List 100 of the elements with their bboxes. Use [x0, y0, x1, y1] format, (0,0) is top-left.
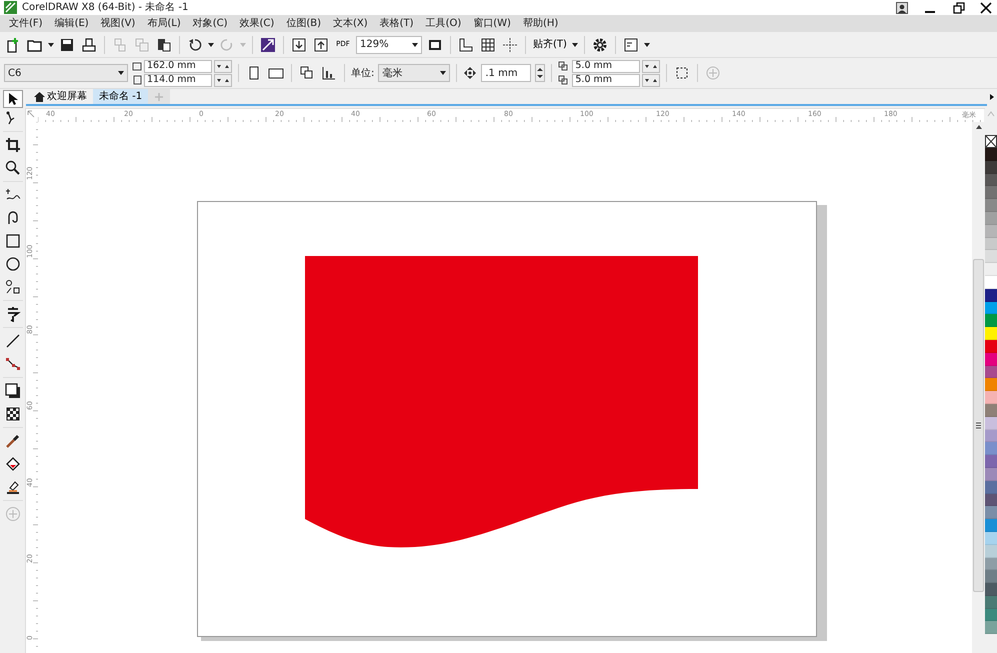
color-swatch[interactable]: [985, 404, 997, 417]
caret-icon[interactable]: [48, 42, 54, 46]
menu-item[interactable]: 帮助(H): [516, 16, 564, 31]
color-swatch[interactable]: [985, 352, 997, 366]
width-field[interactable]: 162.0 mm: [144, 60, 212, 72]
drop-shadow-icon[interactable]: [4, 383, 20, 399]
dropdown-icon[interactable]: [118, 71, 124, 75]
color-swatch[interactable]: [985, 366, 997, 378]
menu-item[interactable]: 文件(F): [3, 16, 49, 31]
preset-field[interactable]: C6: [4, 64, 128, 82]
spin-arrows-icon[interactable]: [214, 60, 232, 72]
menu-item[interactable]: 效果(C): [234, 16, 280, 31]
rectangle-icon[interactable]: [4, 233, 20, 249]
no-color-swatch[interactable]: [985, 135, 997, 148]
crop-icon[interactable]: [4, 137, 20, 153]
menu-item[interactable]: 编辑(E): [48, 16, 95, 31]
color-swatch[interactable]: [985, 544, 997, 558]
color-swatch[interactable]: [985, 314, 997, 328]
connector-icon[interactable]: [4, 356, 20, 372]
caret-icon[interactable]: [572, 42, 578, 46]
eyedropper-icon[interactable]: [4, 433, 20, 449]
pages-icon[interactable]: [299, 65, 315, 81]
new-document-icon[interactable]: [5, 36, 21, 52]
spin-arrows-icon[interactable]: [642, 60, 660, 72]
color-swatch[interactable]: [985, 148, 997, 161]
color-swatch[interactable]: [985, 608, 997, 622]
color-swatch[interactable]: [985, 160, 997, 174]
units-dropdown[interactable]: 毫米: [378, 64, 450, 82]
color-swatch[interactable]: [985, 558, 997, 570]
caret-icon[interactable]: [644, 42, 650, 46]
color-swatch[interactable]: [985, 416, 997, 430]
import-icon[interactable]: [291, 36, 307, 52]
color-swatch[interactable]: [985, 250, 997, 264]
color-swatch[interactable]: [985, 276, 997, 289]
export-icon[interactable]: [313, 36, 329, 52]
color-swatch[interactable]: [985, 174, 997, 186]
outline-pen-icon[interactable]: [4, 479, 20, 495]
color-swatch[interactable]: [985, 519, 997, 532]
menu-item[interactable]: 布局(L): [141, 16, 187, 31]
document-tab[interactable]: 欢迎屏幕: [28, 89, 93, 104]
spin-arrows-icon[interactable]: [642, 74, 660, 86]
color-swatch[interactable]: [985, 327, 997, 340]
color-swatch[interactable]: [985, 494, 997, 506]
snap-menu[interactable]: 贴齐(T): [532, 34, 568, 54]
fill-icon[interactable]: [4, 456, 20, 472]
color-swatch[interactable]: [985, 442, 997, 456]
ellipse-icon[interactable]: [4, 256, 20, 272]
color-swatch[interactable]: [985, 212, 997, 225]
duplicate-x-field[interactable]: 5.0 mm: [572, 60, 640, 72]
color-swatch[interactable]: [985, 238, 997, 250]
color-swatch[interactable]: [985, 430, 997, 442]
color-swatch[interactable]: [985, 199, 997, 212]
color-swatch[interactable]: [985, 340, 997, 353]
color-swatch[interactable]: [985, 506, 997, 520]
dropdown-icon[interactable]: [440, 71, 446, 75]
polygon-icon[interactable]: [4, 279, 20, 295]
menu-item[interactable]: 位图(B): [280, 16, 327, 31]
color-swatch[interactable]: [985, 455, 997, 468]
color-swatch[interactable]: [985, 378, 997, 392]
pick-tool-icon[interactable]: [7, 92, 19, 106]
menu-item[interactable]: 工具(O): [420, 16, 468, 31]
grid-icon[interactable]: [480, 36, 496, 52]
user-icon[interactable]: [896, 2, 908, 14]
paste-icon[interactable]: [156, 36, 172, 52]
zoom-field[interactable]: 129%: [356, 36, 422, 54]
settings-icon[interactable]: [592, 36, 608, 52]
color-swatch[interactable]: [985, 596, 997, 609]
expand-icon[interactable]: [988, 93, 996, 101]
guidelines-icon[interactable]: [502, 36, 518, 52]
menu-item[interactable]: 窗口(W): [467, 16, 517, 31]
color-swatch[interactable]: [985, 532, 997, 545]
restore-icon[interactable]: [952, 2, 966, 14]
spin-arrows-icon[interactable]: [214, 74, 232, 86]
caret-icon[interactable]: [208, 42, 214, 46]
color-swatch[interactable]: [985, 224, 997, 238]
zoom-icon[interactable]: [4, 160, 20, 176]
height-field[interactable]: 114.0 mm: [144, 74, 212, 86]
menu-item[interactable]: 对象(C): [186, 16, 234, 31]
nudge-field[interactable]: .1 mm: [481, 64, 532, 82]
duplicate-y-field[interactable]: 5.0 mm: [572, 74, 640, 86]
page-size-icon[interactable]: [321, 65, 337, 81]
color-swatch[interactable]: [985, 583, 997, 596]
transparency-icon[interactable]: [4, 406, 20, 422]
spin-arrows-icon[interactable]: [535, 64, 546, 82]
menu-item[interactable]: 视图(V): [94, 16, 142, 31]
color-swatch[interactable]: [985, 468, 997, 481]
color-swatch[interactable]: [985, 302, 997, 314]
rulers-icon[interactable]: [458, 36, 474, 52]
document-tab[interactable]: 未命名 -1: [93, 89, 148, 104]
color-swatch[interactable]: [985, 288, 997, 302]
launcher-icon[interactable]: [260, 36, 276, 52]
close-icon[interactable]: [979, 2, 993, 14]
color-swatch[interactable]: [985, 480, 997, 494]
color-swatch[interactable]: [985, 621, 997, 634]
undo-icon[interactable]: [187, 36, 203, 52]
color-swatch[interactable]: [985, 391, 997, 404]
scrollbar-thumb[interactable]: [973, 259, 984, 592]
print-icon[interactable]: [81, 36, 97, 52]
window-icon[interactable]: [622, 36, 639, 52]
save-icon[interactable]: [59, 36, 75, 52]
